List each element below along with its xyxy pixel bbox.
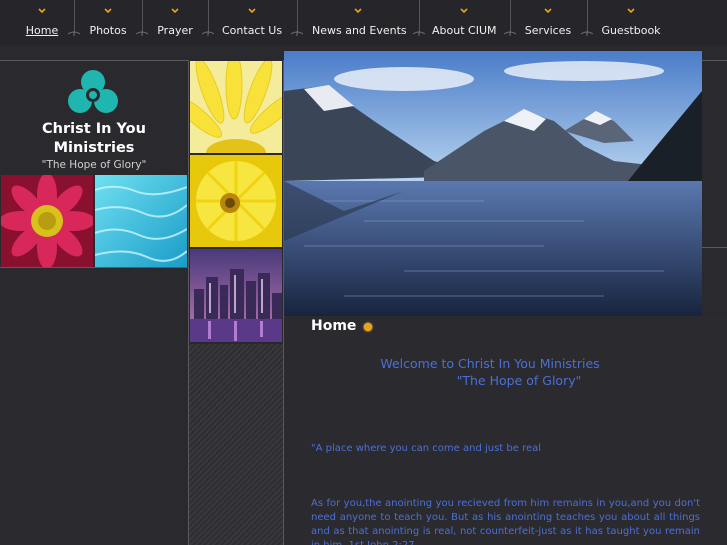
hero-mountain-lake bbox=[284, 51, 702, 316]
divider bbox=[0, 267, 189, 268]
chevron-down-icon bbox=[248, 8, 256, 14]
nav-label: News and Events bbox=[312, 24, 407, 37]
nav-separator bbox=[135, 0, 149, 36]
twig-icon bbox=[290, 31, 304, 36]
nav-item-guestbook[interactable]: Guestbook bbox=[600, 0, 662, 46]
nav-separator bbox=[412, 0, 426, 36]
twig-icon bbox=[412, 31, 426, 36]
twig-icon bbox=[135, 31, 149, 36]
chevron-down-icon bbox=[627, 8, 635, 14]
welcome-line2: "The Hope of Glory" bbox=[456, 373, 582, 388]
nav-item-contact-us[interactable]: Contact Us bbox=[222, 0, 282, 46]
nav-label: Guestbook bbox=[601, 24, 661, 37]
site-title-line2: Ministries bbox=[53, 140, 135, 156]
site-title: Christ In You Ministries bbox=[0, 120, 188, 158]
intro-text: "A place where you can come and just be … bbox=[311, 443, 542, 454]
nav-separator bbox=[67, 0, 81, 36]
nav-item-home[interactable]: Home bbox=[24, 0, 60, 46]
nav-label: Contact Us bbox=[222, 24, 283, 37]
nav-separator bbox=[201, 0, 215, 36]
nav-item-services[interactable]: Services bbox=[523, 0, 573, 46]
chevron-down-icon bbox=[104, 8, 112, 14]
orange-dot-icon bbox=[362, 321, 374, 333]
trefoil-logo[interactable] bbox=[66, 68, 120, 118]
nav-item-photos[interactable]: Photos bbox=[86, 0, 130, 46]
divider bbox=[702, 60, 727, 61]
site-title-line1: Christ In You bbox=[42, 121, 146, 137]
nav-item-news-and-events[interactable]: News and Events bbox=[312, 0, 407, 46]
twig-icon bbox=[67, 31, 81, 36]
photo-yellow-daisy bbox=[190, 61, 282, 153]
photo-red-flower bbox=[1, 175, 93, 267]
twig-icon bbox=[580, 31, 594, 36]
nav-separator bbox=[580, 0, 594, 36]
nav-item-about-cium[interactable]: About CIUM bbox=[432, 0, 497, 46]
striped-panel bbox=[189, 344, 283, 545]
nav-label: About CIUM bbox=[432, 24, 497, 37]
top-navigation: Home Photos Prayer Contact Us News and E… bbox=[0, 0, 727, 46]
nav-item-prayer[interactable]: Prayer bbox=[155, 0, 195, 46]
twig-icon bbox=[503, 31, 517, 36]
nav-label: Services bbox=[524, 24, 572, 37]
welcome-line1: Welcome to Christ In You Ministries bbox=[380, 356, 600, 371]
nav-label: Prayer bbox=[157, 24, 193, 37]
site-tagline: "The Hope of Glory" bbox=[41, 159, 147, 171]
chevron-down-icon bbox=[460, 8, 468, 14]
photo-yellow-chrysanthemum bbox=[190, 155, 282, 247]
chevron-down-icon bbox=[544, 8, 552, 14]
welcome-message: Welcome to Christ In You Ministries "The… bbox=[300, 355, 680, 389]
divider bbox=[0, 60, 189, 61]
chevron-down-icon bbox=[38, 8, 46, 14]
photo-city-night bbox=[190, 249, 282, 342]
twig-icon bbox=[201, 31, 215, 36]
scripture-verse: As for you,the anointing you recieved fr… bbox=[311, 498, 700, 545]
chevron-down-icon bbox=[354, 8, 362, 14]
divider bbox=[702, 247, 727, 248]
nav-label: Photos bbox=[89, 24, 127, 37]
nav-label: Home bbox=[25, 24, 59, 37]
photo-water bbox=[95, 175, 187, 267]
nav-separator bbox=[290, 0, 304, 36]
nav-separator bbox=[503, 0, 517, 36]
page-heading: Home bbox=[311, 318, 357, 334]
chevron-down-icon bbox=[171, 8, 179, 14]
